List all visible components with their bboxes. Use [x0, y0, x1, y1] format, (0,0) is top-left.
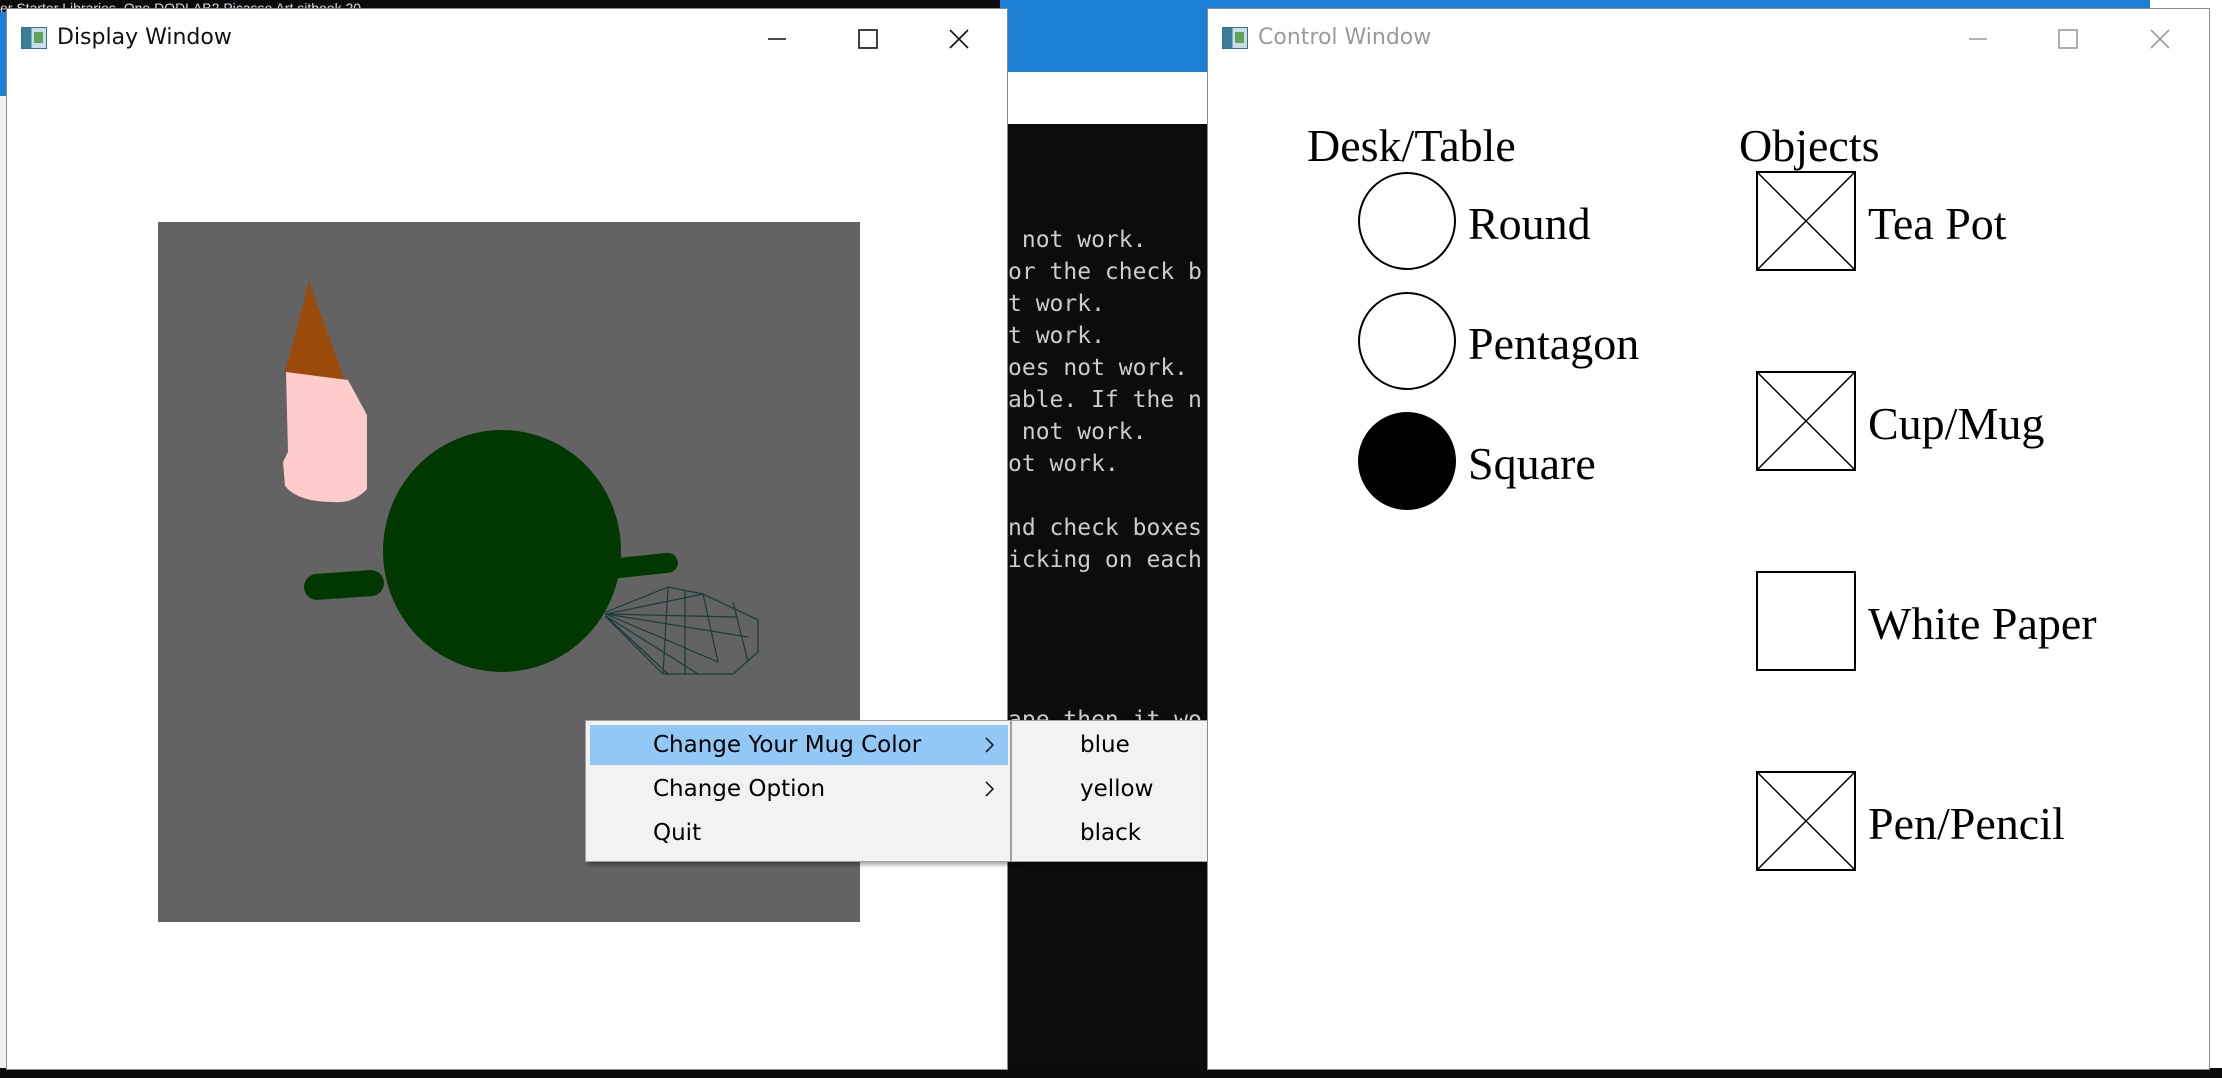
console-output: not work. or the check b t work. t work.… — [1008, 224, 1202, 736]
close-icon — [2150, 29, 2170, 49]
checkbox-tea-pot[interactable] — [1756, 171, 1856, 271]
menu-item-label: blue — [1080, 732, 1130, 758]
console-line: t work. — [1008, 291, 1105, 317]
console-line: not work. — [1008, 227, 1147, 253]
radio-square[interactable] — [1358, 412, 1456, 510]
radio-label-pentagon: Pentagon — [1468, 318, 1640, 369]
context-menu: Change Your Mug Color Change Option Quit — [585, 720, 1011, 862]
menu-item-label: black — [1080, 820, 1142, 846]
checkbox-label-cup-mug: Cup/Mug — [1868, 398, 2045, 449]
display-window-titlebar[interactable]: Display Window — [7, 9, 1007, 65]
radio-pentagon[interactable] — [1358, 292, 1456, 390]
display-window[interactable]: Display Window — [6, 8, 1008, 1070]
app-window-icon[interactable] — [1222, 27, 1248, 49]
minimize-button[interactable] — [747, 19, 807, 59]
checkbox-check-mark — [1757, 172, 1855, 270]
checkbox-pen-pencil[interactable] — [1756, 771, 1856, 871]
close-icon — [949, 29, 969, 49]
checkbox-label-pen-pencil: Pen/Pencil — [1868, 798, 2065, 849]
menu-item-quit[interactable]: Quit — [590, 813, 1008, 853]
maximize-button[interactable] — [2038, 19, 2098, 59]
mug-handle-left — [304, 570, 384, 600]
checkbox-check-mark — [1757, 772, 1855, 870]
console-window: not work. or the check b t work. t work.… — [1008, 124, 1213, 1068]
control-window[interactable]: Control Window Desk/Table Objects Round … — [1207, 8, 2210, 1070]
console-line: t work. — [1008, 323, 1105, 349]
checkbox-label-tea-pot: Tea Pot — [1868, 198, 2007, 249]
menu-item-change-mug-color[interactable]: Change Your Mug Color — [590, 725, 1008, 765]
pencil-body — [283, 372, 367, 503]
menu-item-label: Change Option — [653, 776, 826, 802]
close-button[interactable] — [929, 19, 989, 59]
menu-item-label: Change Your Mug Color — [653, 732, 922, 758]
chevron-right-icon — [985, 737, 995, 753]
console-line: nd check boxes — [1008, 515, 1202, 541]
minimize-icon — [1969, 38, 1987, 40]
console-line: not work. — [1008, 419, 1147, 445]
console-line: able. If the n — [1008, 387, 1202, 413]
objects-heading: Objects — [1739, 120, 1880, 171]
maximize-icon — [858, 29, 878, 49]
console-line: oes not work. — [1008, 355, 1189, 381]
console-titlebar — [1005, 72, 1213, 124]
desk-table-heading: Desk/Table — [1307, 120, 1516, 171]
checkbox-label-white-paper: White Paper — [1868, 598, 2097, 649]
checkbox-check-mark — [1757, 372, 1855, 470]
console-line: ot work. — [1008, 451, 1119, 477]
minimize-icon — [768, 38, 786, 40]
radio-round[interactable] — [1358, 172, 1456, 270]
close-button[interactable] — [2130, 19, 2190, 59]
console-line: or the check b — [1008, 259, 1202, 285]
minimize-button[interactable] — [1948, 19, 2008, 59]
maximize-icon — [2058, 29, 2078, 49]
menu-item-label: Quit — [653, 820, 702, 846]
console-line: icking on each — [1008, 547, 1202, 573]
checkbox-white-paper[interactable] — [1756, 571, 1856, 671]
teapot-wireframe — [605, 586, 759, 675]
maximize-button[interactable] — [838, 19, 898, 59]
radio-label-round: Round — [1468, 198, 1591, 249]
radio-label-square: Square — [1468, 438, 1596, 489]
checkbox-cup-mug[interactable] — [1756, 371, 1856, 471]
menu-item-label: yellow — [1080, 776, 1154, 802]
window-title: Control Window — [1258, 25, 1432, 50]
mug-body — [383, 430, 621, 672]
menu-item-change-option[interactable]: Change Option — [590, 769, 1008, 809]
app-window-icon[interactable] — [21, 27, 47, 49]
chevron-right-icon — [985, 781, 995, 797]
control-window-titlebar[interactable]: Control Window — [1208, 9, 2209, 65]
window-title: Display Window — [57, 25, 232, 50]
